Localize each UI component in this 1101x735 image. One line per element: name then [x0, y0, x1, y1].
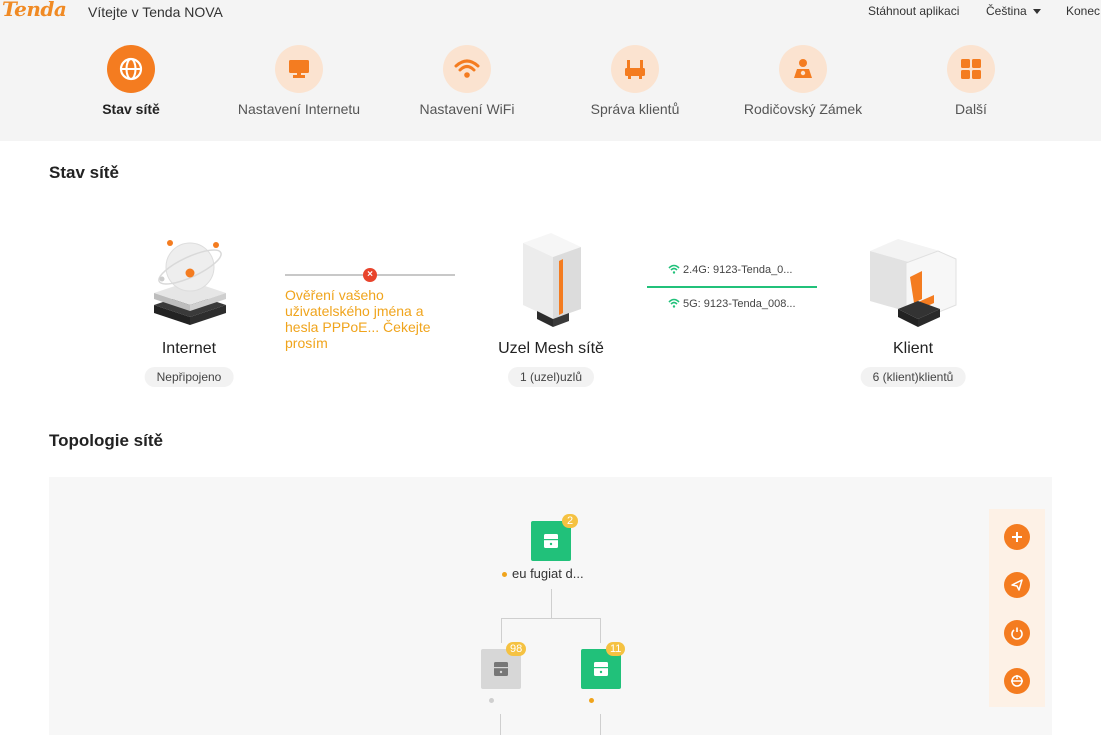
- topology-panel: 2 eu fugiat d... 98 11: [49, 477, 1052, 735]
- mesh-device-icon: [544, 534, 558, 548]
- power-icon: [1011, 627, 1023, 640]
- wifi-24-label: 2.4G: 9123-Tenda_0...: [683, 264, 793, 276]
- child-client-count: 11: [606, 642, 626, 656]
- nav-label: Nastavení WiFi: [419, 101, 515, 117]
- topology-connector: [501, 618, 601, 619]
- add-node-button[interactable]: [1004, 524, 1030, 550]
- restart-button[interactable]: [1004, 620, 1030, 646]
- mesh-node-icon: [515, 233, 585, 328]
- topology-title: Topologie sítě: [49, 431, 163, 450]
- topology-connector: [551, 589, 552, 619]
- locate-button[interactable]: [1004, 668, 1030, 694]
- nav-label: Stav sítě: [102, 101, 160, 117]
- topology-connector: [500, 714, 501, 735]
- locate-icon: [1011, 675, 1023, 687]
- nav-label: Další: [955, 101, 987, 117]
- language-select[interactable]: Čeština: [986, 4, 1041, 18]
- topology-connector: [600, 618, 601, 643]
- status-dot: [589, 698, 594, 703]
- status-dot: [502, 572, 507, 578]
- mesh-node-label: Uzel Mesh sítě: [498, 340, 604, 357]
- nav-client-management[interactable]: Správa klientů: [545, 45, 725, 117]
- child-client-count: 98: [506, 642, 527, 656]
- plus-icon: [1012, 532, 1022, 542]
- nav-internet-settings[interactable]: Nastavení Internetu: [209, 45, 389, 117]
- internet-globe-icon: [150, 231, 230, 326]
- pppoe-error-message: Ověření vašeho uživatelského jména a hes…: [285, 287, 431, 351]
- wifi-icon: [668, 264, 680, 274]
- globe-icon: [107, 45, 155, 93]
- mesh-device-icon: [594, 662, 608, 676]
- send-button[interactable]: [1004, 572, 1030, 598]
- wifi-24-ssid: 2.4G: 9123-Tenda_0...: [668, 264, 792, 276]
- grid-icon: [947, 45, 995, 93]
- router-icon: [611, 45, 659, 93]
- welcome-text: Vítejte v Tenda NOVA: [88, 4, 223, 20]
- wifi-5-label: 5G: 9123-Tenda_008...: [683, 298, 796, 310]
- send-icon: [1011, 579, 1023, 591]
- error-icon: ×: [363, 268, 377, 282]
- client-count-badge: 6 (klient)klientů: [860, 367, 966, 387]
- root-node-name: eu fugiat d...: [502, 566, 584, 581]
- topology-connector: [501, 618, 502, 643]
- top-bar: Tenda Vítejte v Tenda NOVA Stáhnout apli…: [0, 0, 1101, 24]
- nav-label: Rodičovský Zámek: [743, 101, 863, 117]
- chevron-down-icon: [1032, 9, 1041, 15]
- topology-connector: [600, 714, 601, 735]
- download-app-link[interactable]: Stáhnout aplikaci: [868, 4, 959, 18]
- wifi-icon: [443, 45, 491, 93]
- nav-label: Správa klientů: [590, 101, 680, 117]
- status-dot: [489, 698, 494, 703]
- internet-status-badge: Nepřipojeno: [144, 367, 234, 387]
- client-label: Klient: [892, 340, 934, 357]
- tenda-logo: Tenda: [2, 0, 67, 21]
- language-value: Čeština: [986, 4, 1027, 18]
- logout-link[interactable]: Konec: [1066, 4, 1100, 18]
- parent-icon: [779, 45, 827, 93]
- root-client-count: 2: [562, 514, 578, 528]
- nav-parental-control[interactable]: Rodičovský Zámek: [713, 45, 893, 117]
- nav-label: Nastavení Internetu: [237, 101, 361, 117]
- wifi-icon: [668, 298, 680, 308]
- network-status-title: Stav sítě: [49, 163, 119, 182]
- nav-network-status[interactable]: Stav sítě: [41, 45, 221, 117]
- client-devices-icon: [866, 233, 961, 328]
- wifi-5-ssid: 5G: 9123-Tenda_008...: [668, 298, 796, 310]
- nav-wifi-settings[interactable]: Nastavení WiFi: [377, 45, 557, 117]
- root-node-label: eu fugiat d...: [512, 566, 584, 581]
- wifi-link-line: [647, 286, 817, 288]
- mesh-device-icon: [494, 662, 508, 676]
- nav-more[interactable]: Další: [881, 45, 1061, 117]
- topology-toolbar: [989, 509, 1045, 707]
- monitor-icon: [275, 45, 323, 93]
- mesh-node-badge: 1 (uzel)uzlů: [507, 367, 595, 387]
- internet-label: Internet: [161, 340, 217, 357]
- main-card: Stav sítě Internet Nepřipojeno × Ověření…: [0, 141, 1101, 735]
